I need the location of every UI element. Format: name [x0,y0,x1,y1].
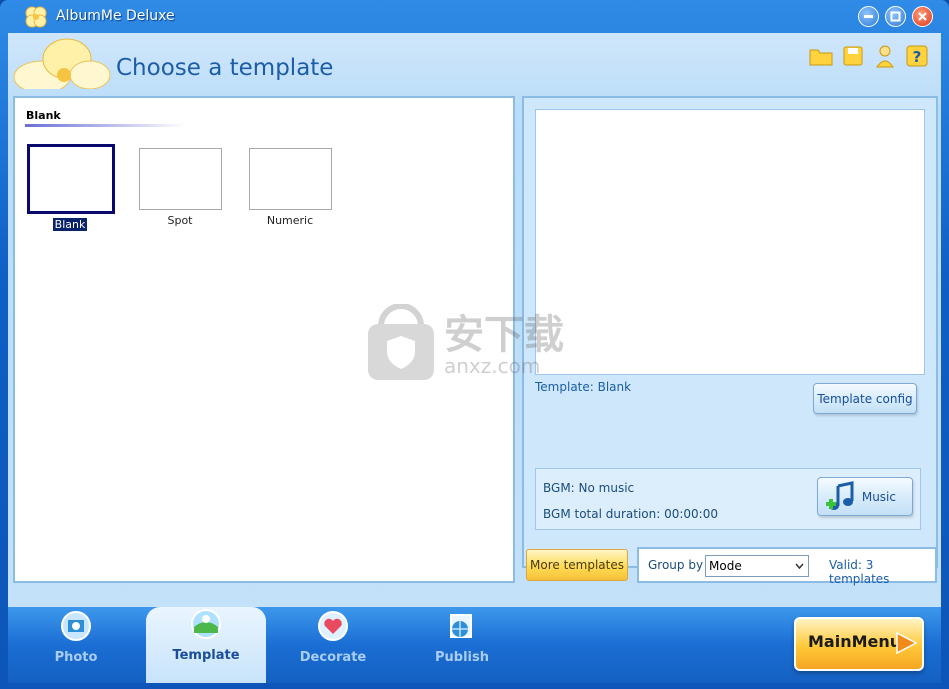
arrow-right-icon [896,631,918,655]
flower-logo-icon [25,6,47,28]
client-area: Choose a template ? Blank Blank Spot Num… [8,33,941,607]
save-icon[interactable] [840,43,866,69]
minimize-button[interactable] [858,6,879,27]
group-by-select[interactable]: Mode [705,555,809,577]
group-underline [25,124,185,127]
template-thumbnail [248,148,332,210]
template-preview-panel: Template: Blank Template config BGM: No … [522,96,938,568]
template-label: Numeric [266,214,314,227]
tab-label: Publish [435,650,489,665]
title-bar[interactable]: AlbumMe Deluxe [0,0,949,33]
template-item-blank[interactable]: Blank [27,144,115,232]
page-title: Choose a template [116,55,334,81]
template-icon [191,609,221,639]
close-icon [918,12,927,21]
tab-label: Template [172,648,240,663]
svg-text:?: ? [913,48,922,66]
tab-label: Decorate [299,650,367,665]
group-by-value: Mode [709,559,742,573]
maximize-icon [890,11,901,22]
add-music-icon [826,481,854,510]
tab-decorate[interactable]: Decorate [273,609,393,681]
publish-globe-icon [450,614,472,638]
help-person-icon[interactable] [872,43,898,69]
minimize-icon [864,15,873,18]
main-menu-button[interactable]: MainMenu [794,617,924,671]
template-config-button[interactable]: Template config [813,383,917,414]
flower-banner-icon [13,38,111,89]
template-thumbnail [27,144,115,214]
music-button[interactable]: Music [817,477,913,516]
main-menu-label: MainMenu [808,632,902,651]
close-button[interactable] [912,6,933,27]
bgm-duration: BGM total duration: 00:00:00 [543,507,718,521]
tab-template[interactable]: Template [146,607,266,683]
template-list-panel: Blank Blank Spot Numeric [13,96,515,583]
tab-label: Photo [54,650,98,665]
chevron-down-icon [791,556,808,576]
template-info: Template: Blank [535,380,632,394]
app-window: AlbumMe Deluxe Choose a template ? Blank… [0,0,949,689]
bgm-status: BGM: No music [543,481,635,495]
music-button-label: Music [861,489,896,504]
template-label: Blank [51,217,89,232]
folder-icon[interactable] [808,43,834,69]
tab-publish[interactable]: Publish [402,609,522,681]
template-item-numeric[interactable]: Numeric [247,144,333,227]
window-title: AlbumMe Deluxe [56,8,175,24]
maximize-button[interactable] [885,6,906,27]
page-header: Choose a template ? [8,33,941,89]
bgm-box: BGM: No music BGM total duration: 00:00:… [535,468,921,530]
photo-icon [61,611,91,641]
heart-icon [318,611,348,641]
valid-templates-count: Valid: 3 templates [829,558,890,586]
template-preview [535,109,925,375]
template-item-spot[interactable]: Spot [137,144,223,227]
more-templates-button[interactable]: More templates [526,549,628,581]
template-thumbnail [138,148,222,210]
filter-bar: Group by Mode Valid: 3 templates [637,547,937,586]
template-label: Spot [167,214,193,227]
tab-photo[interactable]: Photo [16,609,136,681]
group-by-label: Group by [648,558,704,572]
help-icon[interactable]: ? [904,43,930,69]
bottom-tab-bar: Photo Template Decorate Publish MainMenu [8,607,941,683]
template-group-label: Blank [26,109,61,122]
